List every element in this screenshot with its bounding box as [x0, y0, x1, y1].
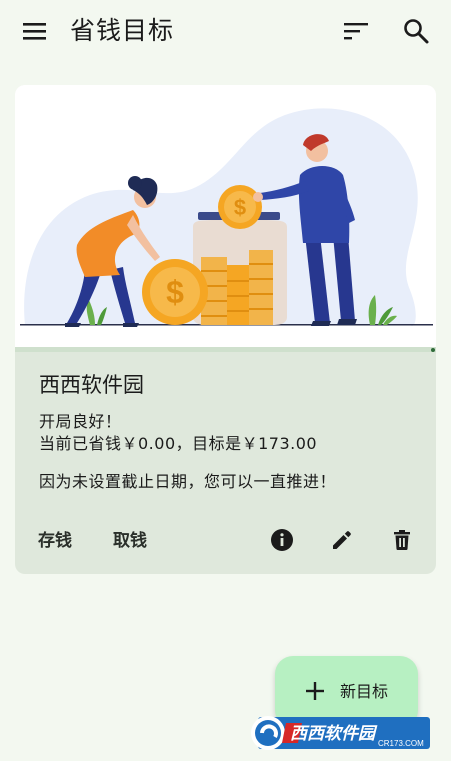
- withdraw-button[interactable]: 取钱: [113, 528, 147, 554]
- new-goal-label: 新目标: [340, 682, 389, 701]
- deadline-note: 因为未设置截止日期，您可以一直推进！: [39, 472, 337, 491]
- search-icon[interactable]: [402, 17, 430, 45]
- watermark-brand: 西西软件园: [290, 724, 378, 743]
- savings-illustration: $ $: [15, 85, 436, 347]
- status-message: 开局良好！: [39, 412, 122, 431]
- progress-indicator: [431, 348, 435, 352]
- watermark-url: CR173.COM: [378, 739, 424, 748]
- app-bar: 省钱目标: [0, 0, 451, 64]
- goal-title: 西西软件园: [39, 373, 144, 397]
- delete-icon[interactable]: [390, 528, 414, 552]
- edit-icon[interactable]: [330, 528, 354, 552]
- sort-icon[interactable]: [342, 20, 370, 42]
- deposit-button[interactable]: 存钱: [38, 528, 72, 554]
- menu-icon[interactable]: [22, 20, 48, 42]
- savings-summary: 当前已省钱￥0.00，目标是￥173.00: [39, 434, 318, 453]
- svg-text:$: $: [234, 195, 246, 220]
- goal-card[interactable]: $ $ 西西软件园 开局良好！ 当前已省钱￥0.00，目标是￥173.00 因为…: [15, 85, 436, 574]
- svg-text:$: $: [166, 274, 184, 310]
- info-icon[interactable]: [270, 528, 294, 552]
- watermark-logo: 西西软件园 CR173.COM: [251, 716, 430, 750]
- plus-icon: [306, 682, 324, 700]
- page-title: 省钱目标: [70, 16, 175, 45]
- progress-bar: [15, 347, 436, 352]
